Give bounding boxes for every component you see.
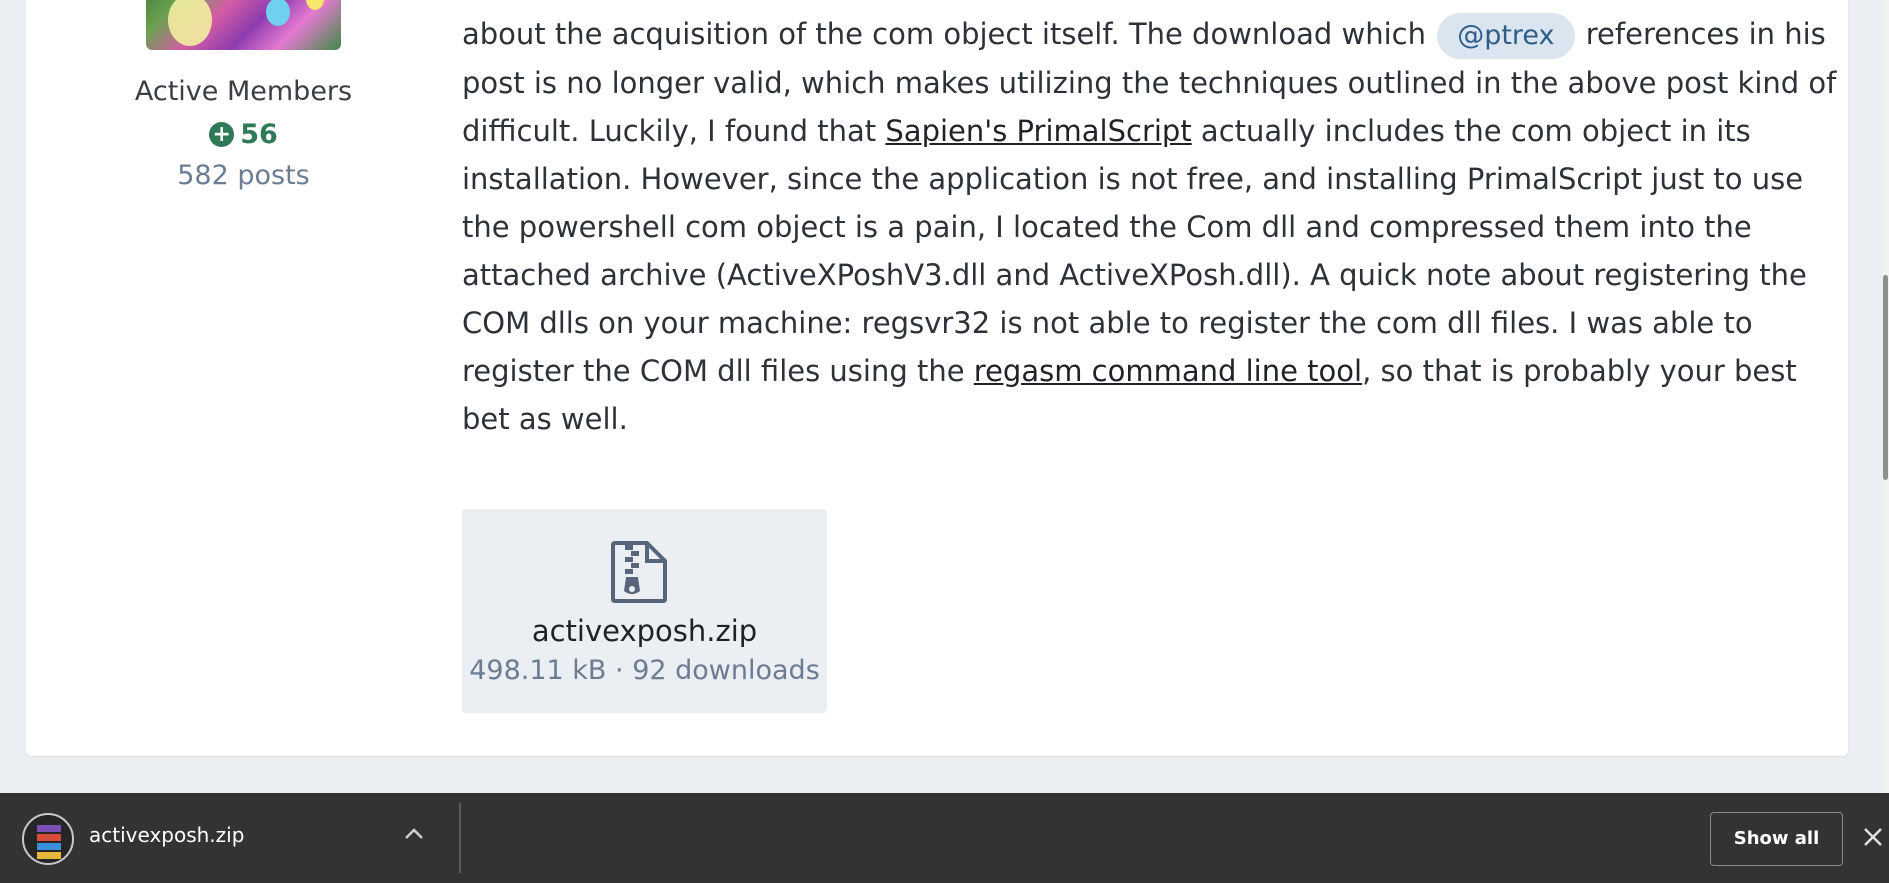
post-text-segment: actually includes the com object in its … xyxy=(462,114,1807,388)
download-bar: activexposh.zip Show all xyxy=(0,793,1889,883)
attachment-meta: 498.11 kB · 92 downloads xyxy=(469,655,820,686)
link-regasm-tool[interactable]: regasm command line tool xyxy=(974,354,1362,388)
reputation-value: 56 xyxy=(240,119,278,150)
author-reputation: +56 xyxy=(100,119,387,150)
page-scrollbar[interactable] xyxy=(1882,0,1889,793)
show-all-button[interactable]: Show all xyxy=(1710,812,1843,866)
winrar-archive-icon xyxy=(22,813,74,865)
plus-circle-icon: + xyxy=(209,122,235,147)
file-zip-icon xyxy=(611,541,667,603)
author-group: Active Members xyxy=(134,76,353,107)
post-text-segment: about the acquisition of the com object … xyxy=(462,17,1436,51)
link-sapien-primalscript[interactable]: Sapien's PrimalScript xyxy=(885,114,1191,148)
attachment-filename[interactable]: activexposh.zip xyxy=(462,614,827,648)
download-bar-divider xyxy=(459,803,461,873)
mention-ptrex[interactable]: @ptrex xyxy=(1437,13,1575,59)
author-post-count: 582 posts xyxy=(177,160,310,191)
download-filename[interactable]: activexposh.zip xyxy=(89,823,244,847)
close-icon[interactable] xyxy=(1860,819,1886,855)
post-body: about the acquisition of the com object … xyxy=(462,10,1842,443)
scrollbar-thumb[interactable] xyxy=(1883,275,1888,480)
author-avatar[interactable] xyxy=(146,0,341,50)
attachment-card[interactable]: activexposh.zip 498.11 kB · 92 downloads xyxy=(462,509,827,713)
chevron-up-icon[interactable] xyxy=(397,817,431,851)
